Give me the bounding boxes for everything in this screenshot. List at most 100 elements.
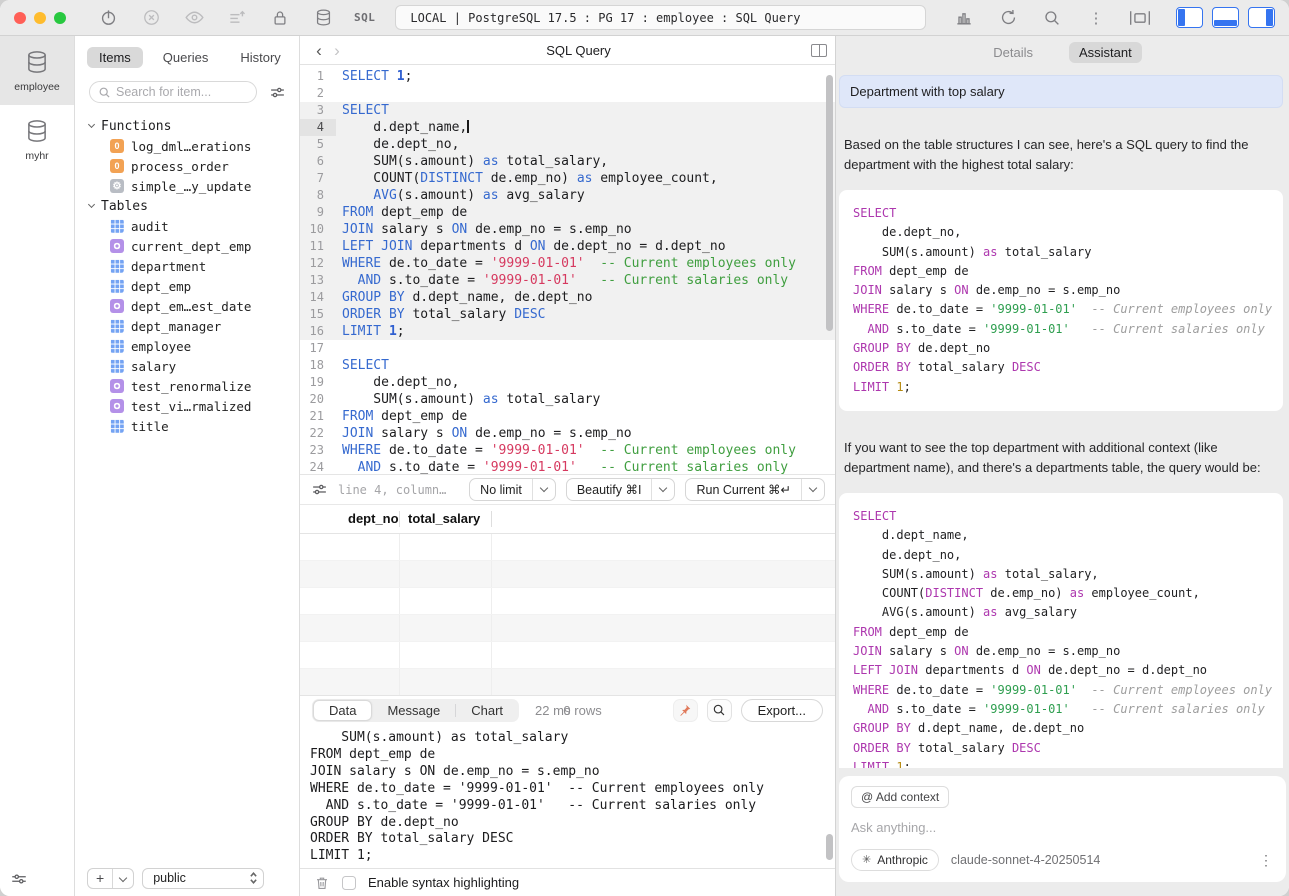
editor-line-11[interactable]: 11LEFT JOIN departments d ON de.dept_no …	[300, 238, 835, 255]
editor-line-4[interactable]: 4 d.dept_name,	[300, 119, 835, 136]
editor-scrollbar[interactable]	[826, 75, 833, 331]
tree-item-test_renormalize[interactable]: test_renormalize	[89, 376, 299, 396]
table-row[interactable]	[300, 561, 835, 588]
lock-icon[interactable]	[268, 6, 292, 30]
sql-editor[interactable]: 1SELECT 1;23SELECT4 d.dept_name,5 de.dep…	[300, 65, 835, 474]
tree-item-process_order[interactable]: 0process_order	[89, 156, 299, 176]
table-row[interactable]	[300, 615, 835, 642]
item-search-input[interactable]: Search for item...	[89, 81, 257, 103]
editor-line-18[interactable]: 18SELECT	[300, 357, 835, 374]
forward-button[interactable]: ›	[328, 42, 346, 59]
export-button[interactable]: Export...	[741, 699, 823, 722]
editor-line-5[interactable]: 5 de.dept_no,	[300, 136, 835, 153]
editor-line-13[interactable]: 13 AND s.to_date = '9999-01-01' -- Curre…	[300, 272, 835, 289]
run-current-button[interactable]: Run Current ⌘↵	[685, 478, 825, 501]
close-window-button[interactable]	[14, 12, 26, 24]
tab-items[interactable]: Items	[87, 47, 143, 68]
minimize-window-button[interactable]	[34, 12, 46, 24]
editor-tab-title[interactable]: SQL Query	[346, 43, 811, 58]
results-grid[interactable]: dept_nototal_salary	[300, 504, 835, 695]
tab-data[interactable]: Data	[313, 700, 372, 721]
table-row[interactable]	[300, 534, 835, 561]
row-limit-dropdown[interactable]: No limit	[469, 478, 556, 501]
database-icon[interactable]	[311, 6, 335, 30]
assistant-code-block[interactable]: SELECT d.dept_name, de.dept_no, SUM(s.am…	[839, 493, 1283, 768]
provider-selector[interactable]: ✳ Anthropic	[851, 849, 939, 871]
editor-line-3[interactable]: 3SELECT	[300, 102, 835, 119]
tree-item-employee[interactable]: employee	[89, 336, 299, 356]
more-options-icon[interactable]: ⋮	[1084, 6, 1108, 30]
toggle-left-panel-button[interactable]	[1176, 7, 1203, 28]
assistant-code-block[interactable]: SELECT de.dept_no, SUM(s.amount) as tota…	[839, 190, 1283, 411]
editor-line-8[interactable]: 8 AVG(s.amount) as avg_salary	[300, 187, 835, 204]
editor-line-19[interactable]: 19 de.dept_no,	[300, 374, 835, 391]
query-settings-sliders-icon[interactable]	[310, 478, 328, 502]
tree-item-audit[interactable]: audit	[89, 216, 299, 236]
search-icon[interactable]	[1040, 6, 1064, 30]
tab-assistant[interactable]: Assistant	[1069, 42, 1142, 63]
editor-line-24[interactable]: 24 AND s.to_date = '9999-01-01' -- Curre…	[300, 459, 835, 474]
search-results-button[interactable]	[707, 699, 732, 722]
app-settings-sliders-icon[interactable]	[10, 870, 28, 888]
zoom-window-button[interactable]	[54, 12, 66, 24]
tree-item-salary[interactable]: salary	[89, 356, 299, 376]
add-context-button[interactable]: @ Add context	[851, 786, 949, 808]
tab-chart[interactable]: Chart	[456, 701, 518, 720]
assistant-conversation[interactable]: Department with top salary Based on the …	[836, 69, 1289, 768]
refresh-icon[interactable]	[996, 6, 1020, 30]
message-panel-scrollbar[interactable]	[826, 834, 833, 860]
preview-eye-icon[interactable]	[182, 6, 206, 30]
table-row[interactable]	[300, 588, 835, 615]
composer-input[interactable]: Ask anything...	[851, 820, 1274, 835]
table-row[interactable]	[300, 642, 835, 669]
editor-line-2[interactable]: 2	[300, 85, 835, 102]
schema-select[interactable]: public	[142, 868, 264, 889]
beautify-button[interactable]: Beautify ⌘I	[566, 478, 676, 501]
editor-line-23[interactable]: 23WHERE de.to_date = '9999-01-01' -- Cur…	[300, 442, 835, 459]
toggle-bottom-panel-button[interactable]	[1212, 7, 1239, 28]
tab-message[interactable]: Message	[372, 701, 455, 720]
editor-line-22[interactable]: 22JOIN salary s ON de.emp_no = s.emp_no	[300, 425, 835, 442]
pin-results-button[interactable]	[673, 699, 698, 722]
connection-employee[interactable]: employee	[0, 36, 74, 105]
tree-item-simple_y_update[interactable]: ⚙simple_…y_update	[89, 176, 299, 196]
tree-item-dept_emest_date[interactable]: dept_em…est_date	[89, 296, 299, 316]
back-button[interactable]: ‹	[310, 42, 328, 59]
connection-myhr[interactable]: myhr	[0, 105, 74, 174]
editor-line-12[interactable]: 12WHERE de.to_date = '9999-01-01' -- Cur…	[300, 255, 835, 272]
syntax-highlighting-checkbox[interactable]	[342, 876, 356, 890]
split-editor-icon[interactable]	[811, 44, 827, 57]
editor-line-20[interactable]: 20 SUM(s.amount) as total_salary	[300, 391, 835, 408]
editor-line-15[interactable]: 15ORDER BY total_salary DESC	[300, 306, 835, 323]
tree-item-log_dmlerations[interactable]: 0log_dml…erations	[89, 136, 299, 156]
tab-queries[interactable]: Queries	[151, 47, 221, 68]
editor-line-9[interactable]: 9FROM dept_emp de	[300, 204, 835, 221]
column-header-total_salary[interactable]: total_salary	[400, 511, 492, 527]
trash-icon[interactable]	[314, 875, 330, 891]
editor-line-14[interactable]: 14GROUP BY d.dept_name, de.dept_no	[300, 289, 835, 306]
tree-item-test_virmalized[interactable]: test_vi…rmalized	[89, 396, 299, 416]
editor-line-17[interactable]: 17	[300, 340, 835, 357]
tab-history[interactable]: History	[228, 47, 292, 68]
tree-item-current_dept_emp[interactable]: current_dept_emp	[89, 236, 299, 256]
tree-item-department[interactable]: department	[89, 256, 299, 276]
structure-export-icon[interactable]	[225, 6, 249, 30]
disconnect-icon[interactable]	[139, 6, 163, 30]
filter-sliders-icon[interactable]	[265, 80, 289, 104]
tree-group-tables[interactable]: Tables	[89, 196, 299, 216]
connect-icon[interactable]	[96, 6, 120, 30]
tab-details[interactable]: Details	[983, 42, 1043, 63]
tree-item-dept_manager[interactable]: dept_manager	[89, 316, 299, 336]
tree-group-functions[interactable]: Functions	[89, 116, 299, 136]
editor-line-1[interactable]: 1SELECT 1;	[300, 68, 835, 85]
toggle-right-panel-button[interactable]	[1248, 7, 1275, 28]
editor-line-10[interactable]: 10JOIN salary s ON de.emp_no = s.emp_no	[300, 221, 835, 238]
editor-line-16[interactable]: 16LIMIT 1;	[300, 323, 835, 340]
table-row[interactable]	[300, 669, 835, 696]
assistant-composer[interactable]: @ Add context Ask anything... ✳ Anthropi…	[839, 776, 1286, 882]
add-item-button[interactable]: +	[87, 868, 134, 889]
message-log-panel[interactable]: SUM(s.amount) as total_salaryFROM dept_e…	[300, 724, 835, 868]
column-header-dept_no[interactable]: dept_no	[340, 511, 400, 527]
composer-more-options-icon[interactable]: ⋮	[1259, 852, 1274, 869]
chart-icon[interactable]	[952, 6, 976, 30]
